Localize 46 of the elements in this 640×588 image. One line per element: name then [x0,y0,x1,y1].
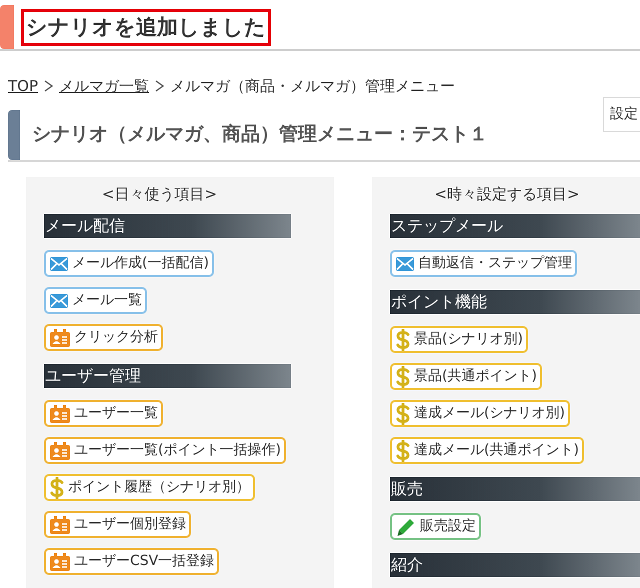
column-title: <時々設定する項目> [433,184,581,204]
menu-link-button[interactable]: 景品(共通ポイント) [390,363,542,390]
contact-card-icon [50,328,70,346]
menu-link-button[interactable]: メール一覧 [44,287,147,314]
accent-bar [8,110,20,160]
contact-card-icon [50,404,70,422]
section-header: ユーザー管理 [44,364,291,388]
contact-card-icon [50,442,70,460]
menu-link-button[interactable]: ユーザーCSV一括登録 [44,548,220,575]
column-title: <日々使う項目> [100,184,218,204]
breadcrumb-link[interactable]: TOP [8,75,38,98]
menu-link-button[interactable]: 達成メール(シナリオ別) [390,400,570,427]
chevron-icon [155,80,164,92]
dollar-icon [396,440,410,462]
section-header: ポイント機能 [390,290,640,314]
chevron-icon [44,80,54,92]
dollar-icon [396,402,410,424]
menu-link-button[interactable]: 自動返信・ステップ管理 [390,250,577,277]
menu-link-button[interactable]: 販売設定 [390,513,481,540]
menu-link-button[interactable]: ユーザー一覧 [44,400,163,427]
settings-button[interactable]: 設定 [603,97,640,132]
accent-bar [0,5,14,49]
envelope-icon [50,256,68,270]
contact-card-icon [50,516,70,534]
menu-link-button[interactable]: 景品(シナリオ別) [390,326,528,353]
section-header: 紹介 [390,553,640,577]
breadcrumb-link[interactable]: メルマガ一覧 [59,75,150,98]
envelope-icon [50,294,68,308]
menu-link-button[interactable]: ユーザー一覧(ポイント一括操作) [44,437,286,464]
contact-card-icon [50,552,70,570]
page-heading: シナリオ（メルマガ、商品）管理メニュー：テスト１ [31,122,488,148]
section-header: 販売 [390,477,640,501]
section-header: ステップメール [390,214,640,238]
menu-link-button[interactable]: メール作成(一括配信) [44,250,214,277]
dollar-icon [396,328,410,350]
pen-icon [396,516,416,536]
breadcrumb-current: メルマガ（商品・メルマガ）管理メニュー [170,76,456,97]
dollar-icon [50,476,64,498]
menu-link-button[interactable]: 達成メール(共通ポイント) [390,437,584,464]
dollar-icon [396,366,410,388]
success-message: シナリオを追加しました [21,8,271,46]
menu-link-button[interactable]: ポイント履歴（シナリオ別） [44,474,255,501]
menu-link-button[interactable]: ユーザー個別登録 [44,511,191,538]
envelope-icon [396,256,414,270]
menu-link-button[interactable]: クリック分析 [44,324,163,351]
section-header: メール配信 [44,214,291,238]
